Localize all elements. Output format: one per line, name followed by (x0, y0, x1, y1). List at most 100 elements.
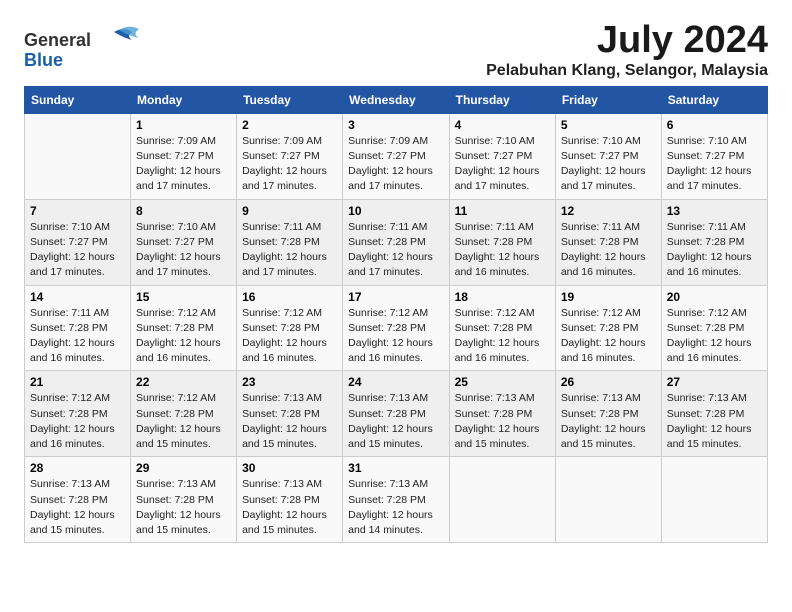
day-info: Sunset: 7:27 PM (30, 235, 125, 250)
day-info: Sunset: 7:28 PM (455, 235, 550, 250)
day-number: 30 (242, 461, 337, 475)
day-info: Sunrise: 7:12 AM (348, 306, 443, 321)
day-info: Daylight: 12 hours and 17 minutes. (348, 250, 443, 280)
day-info: Sunset: 7:27 PM (348, 149, 443, 164)
day-number: 22 (136, 375, 231, 389)
day-number: 24 (348, 375, 443, 389)
day-info: Sunset: 7:28 PM (242, 407, 337, 422)
weekday-header-row: SundayMondayTuesdayWednesdayThursdayFrid… (25, 86, 768, 113)
day-info: Sunrise: 7:12 AM (136, 306, 231, 321)
day-number: 25 (455, 375, 550, 389)
day-info: Sunset: 7:28 PM (30, 493, 125, 508)
day-info: Sunset: 7:28 PM (242, 321, 337, 336)
calendar-cell: 5Sunrise: 7:10 AMSunset: 7:27 PMDaylight… (555, 113, 661, 199)
day-info: Daylight: 12 hours and 16 minutes. (348, 336, 443, 366)
day-info: Daylight: 12 hours and 15 minutes. (136, 508, 231, 538)
day-number: 3 (348, 118, 443, 132)
day-number: 4 (455, 118, 550, 132)
day-info: Sunrise: 7:13 AM (242, 391, 337, 406)
week-row-2: 7Sunrise: 7:10 AMSunset: 7:27 PMDaylight… (25, 199, 768, 285)
calendar-cell: 19Sunrise: 7:12 AMSunset: 7:28 PMDayligh… (555, 285, 661, 371)
day-info: Daylight: 12 hours and 15 minutes. (455, 422, 550, 452)
calendar-cell: 11 Sunrise: 7:11 AMSunset: 7:28 PMDayligh… (449, 199, 555, 285)
day-info: Sunrise: 7:11 AM (455, 220, 550, 235)
day-number: 18 (455, 290, 550, 304)
day-number: 5 (561, 118, 656, 132)
day-info: Sunrise: 7:13 AM (30, 477, 125, 492)
day-info: Sunset: 7:28 PM (561, 235, 656, 250)
day-info: Sunset: 7:28 PM (455, 321, 550, 336)
day-info: Sunrise: 7:09 AM (348, 134, 443, 149)
day-number: 16 (242, 290, 337, 304)
day-info: Sunrise: 7:09 AM (136, 134, 231, 149)
day-info: Sunrise: 7:13 AM (561, 391, 656, 406)
calendar-cell: 27Sunrise: 7:13 AMSunset: 7:28 PMDayligh… (661, 371, 767, 457)
day-info: Daylight: 12 hours and 17 minutes. (667, 164, 762, 194)
calendar-cell: 29Sunrise: 7:13 AMSunset: 7:28 PMDayligh… (131, 457, 237, 543)
calendar-cell: 22Sunrise: 7:12 AMSunset: 7:28 PMDayligh… (131, 371, 237, 457)
day-info: Sunrise: 7:10 AM (455, 134, 550, 149)
day-info: Daylight: 12 hours and 16 minutes. (455, 250, 550, 280)
day-number: 10 (348, 204, 443, 218)
day-info: Sunset: 7:28 PM (348, 321, 443, 336)
day-info: Daylight: 12 hours and 17 minutes. (455, 164, 550, 194)
calendar-cell: 21Sunrise: 7:12 AMSunset: 7:28 PMDayligh… (25, 371, 131, 457)
day-number: 21 (30, 375, 125, 389)
week-row-5: 28Sunrise: 7:13 AMSunset: 7:28 PMDayligh… (25, 457, 768, 543)
day-info: Sunset: 7:27 PM (455, 149, 550, 164)
day-info: Sunrise: 7:11 AM (348, 220, 443, 235)
weekday-header-thursday: Thursday (449, 86, 555, 113)
day-info: Daylight: 12 hours and 17 minutes. (30, 250, 125, 280)
day-info: Sunrise: 7:11 AM (561, 220, 656, 235)
day-info: Sunrise: 7:09 AM (242, 134, 337, 149)
day-info: Sunset: 7:28 PM (348, 235, 443, 250)
week-row-4: 21Sunrise: 7:12 AMSunset: 7:28 PMDayligh… (25, 371, 768, 457)
day-number: 11 (455, 204, 550, 218)
calendar-cell: 16Sunrise: 7:12 AMSunset: 7:28 PMDayligh… (237, 285, 343, 371)
day-info: Daylight: 12 hours and 15 minutes. (242, 422, 337, 452)
day-info: Daylight: 12 hours and 16 minutes. (667, 336, 762, 366)
day-info: Sunrise: 7:13 AM (667, 391, 762, 406)
day-info: Sunset: 7:27 PM (242, 149, 337, 164)
calendar-cell: 3Sunrise: 7:09 AMSunset: 7:27 PMDaylight… (343, 113, 449, 199)
day-info: Daylight: 12 hours and 16 minutes. (561, 336, 656, 366)
day-info: Sunset: 7:28 PM (455, 407, 550, 422)
calendar-cell: 18Sunrise: 7:12 AMSunset: 7:28 PMDayligh… (449, 285, 555, 371)
day-info: Sunrise: 7:10 AM (667, 134, 762, 149)
day-info: Daylight: 12 hours and 15 minutes. (348, 422, 443, 452)
header: General Blue July 2024 Pelabuhan Klang, … (24, 20, 768, 80)
day-number: 31 (348, 461, 443, 475)
day-number: 2 (242, 118, 337, 132)
calendar-cell: 1Sunrise: 7:09 AMSunset: 7:27 PMDaylight… (131, 113, 237, 199)
day-info: Sunrise: 7:12 AM (455, 306, 550, 321)
day-info: Sunrise: 7:12 AM (667, 306, 762, 321)
day-info: Sunset: 7:28 PM (348, 407, 443, 422)
weekday-header-sunday: Sunday (25, 86, 131, 113)
calendar-title: July 2024 (486, 20, 768, 62)
day-info: Daylight: 12 hours and 15 minutes. (561, 422, 656, 452)
day-info: Daylight: 12 hours and 15 minutes. (242, 508, 337, 538)
day-info: Daylight: 12 hours and 15 minutes. (136, 422, 231, 452)
svg-text:Blue: Blue (24, 50, 63, 70)
calendar-cell: 31Sunrise: 7:13 AMSunset: 7:28 PMDayligh… (343, 457, 449, 543)
day-info: Daylight: 12 hours and 16 minutes. (30, 422, 125, 452)
title-area: July 2024 Pelabuhan Klang, Selangor, Mal… (486, 20, 768, 80)
day-info: Sunset: 7:28 PM (667, 235, 762, 250)
calendar-cell: 8Sunrise: 7:10 AMSunset: 7:27 PMDaylight… (131, 199, 237, 285)
day-info: Sunset: 7:28 PM (136, 493, 231, 508)
calendar-cell: 10 Sunrise: 7:11 AMSunset: 7:28 PMDayligh… (343, 199, 449, 285)
day-number: 19 (561, 290, 656, 304)
day-info: Sunset: 7:28 PM (561, 407, 656, 422)
day-info: Sunrise: 7:13 AM (348, 477, 443, 492)
svg-text:General: General (24, 30, 91, 50)
calendar-cell: 6Sunrise: 7:10 AMSunset: 7:27 PMDaylight… (661, 113, 767, 199)
week-row-1: 1Sunrise: 7:09 AMSunset: 7:27 PMDaylight… (25, 113, 768, 199)
calendar-cell: 24Sunrise: 7:13 AMSunset: 7:28 PMDayligh… (343, 371, 449, 457)
logo-text: General Blue (24, 24, 144, 79)
day-number: 20 (667, 290, 762, 304)
day-number: 14 (30, 290, 125, 304)
day-info: Sunset: 7:27 PM (667, 149, 762, 164)
calendar-cell: 14Sunrise: 7:11 AMSunset: 7:28 PMDayligh… (25, 285, 131, 371)
weekday-header-saturday: Saturday (661, 86, 767, 113)
calendar-cell: 15Sunrise: 7:12 AMSunset: 7:28 PMDayligh… (131, 285, 237, 371)
